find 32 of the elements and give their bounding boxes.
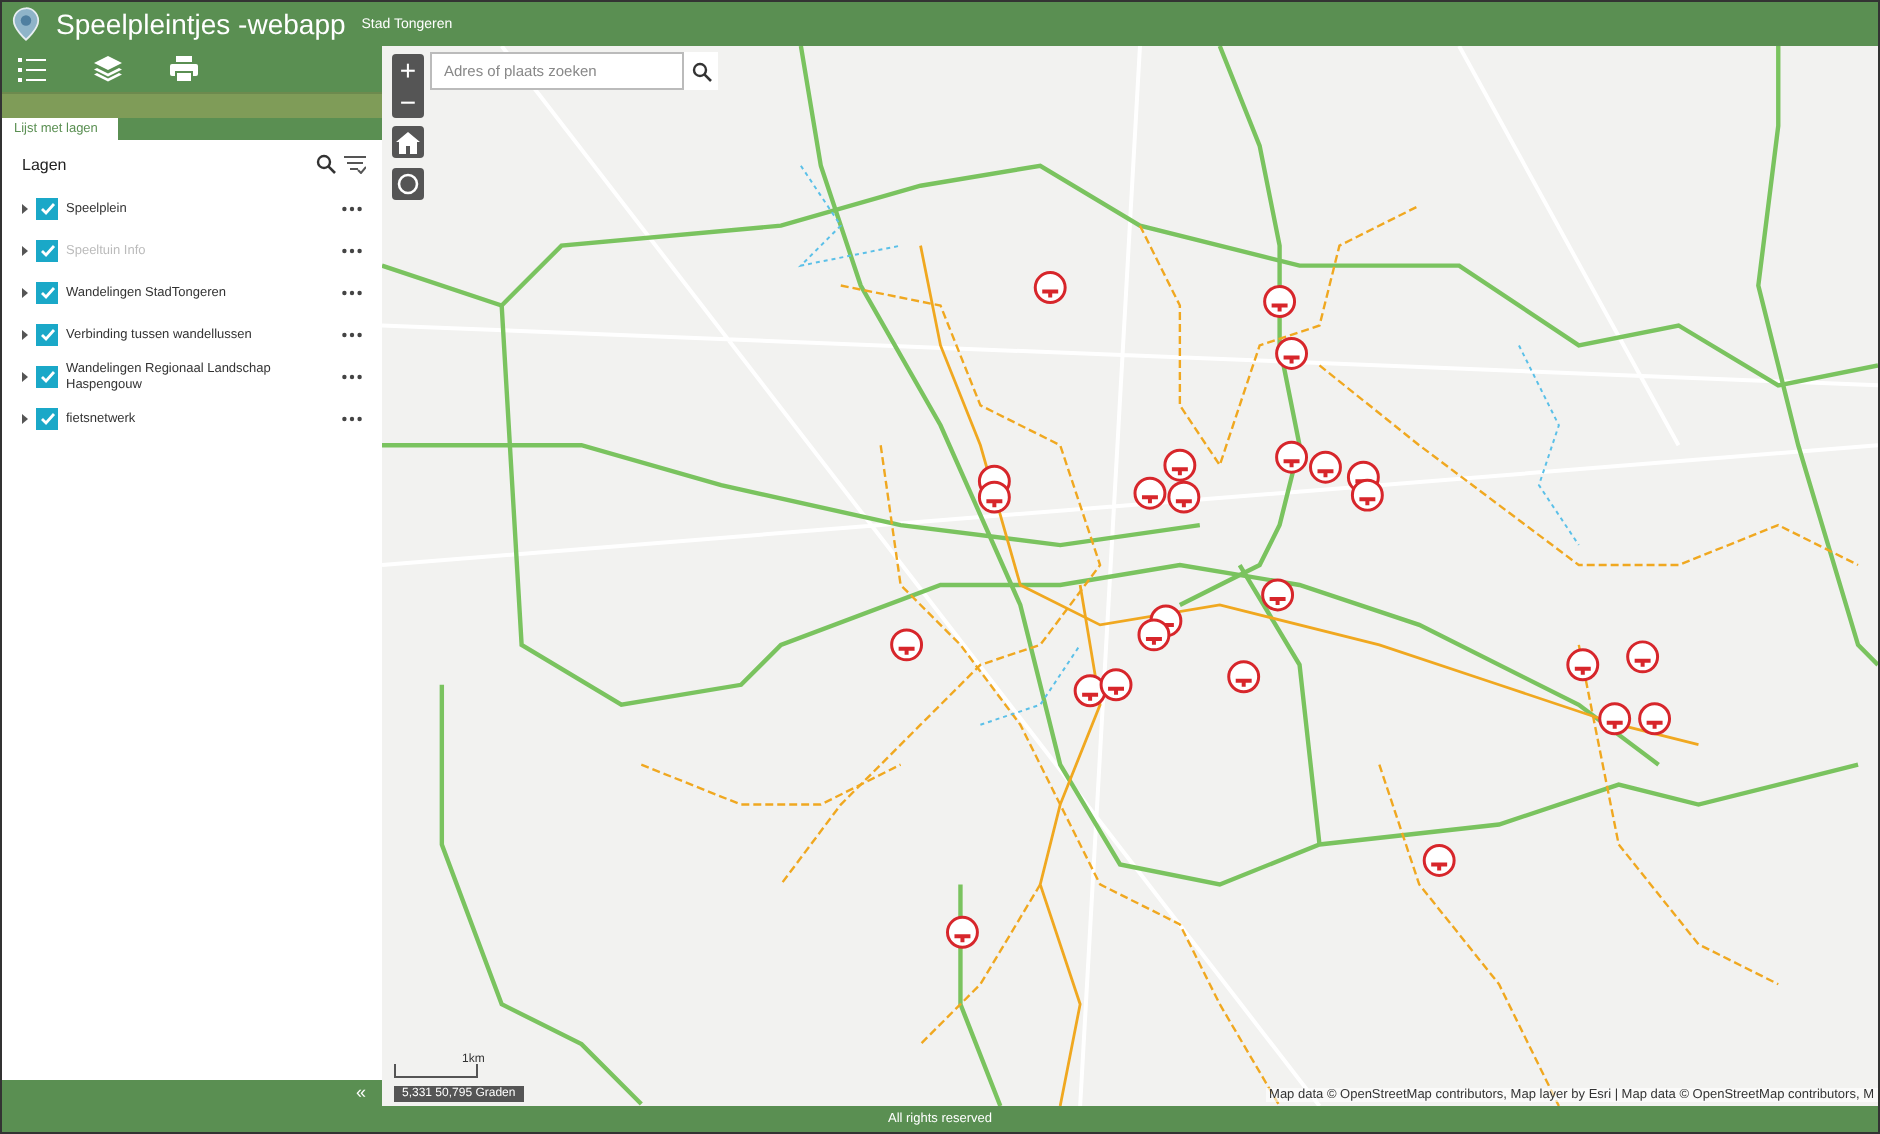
expand-caret-icon[interactable] <box>22 330 28 340</box>
locate-button[interactable] <box>392 168 424 200</box>
expand-caret-icon[interactable] <box>22 372 28 382</box>
more-options-icon[interactable] <box>342 374 362 380</box>
layer-checkbox[interactable] <box>36 282 58 304</box>
more-options-icon[interactable] <box>342 248 362 254</box>
more-options-icon[interactable] <box>342 416 362 422</box>
home-button[interactable] <box>392 126 424 158</box>
expand-caret-icon[interactable] <box>22 288 28 298</box>
more-options-icon[interactable] <box>342 206 362 212</box>
expand-caret-icon[interactable] <box>22 414 28 424</box>
expand-caret-icon[interactable] <box>22 246 28 256</box>
app-title: Speelpleintjes -webapp <box>56 8 346 40</box>
list-icon[interactable] <box>18 57 46 81</box>
expand-caret-icon[interactable] <box>22 204 28 214</box>
map-pin-icon <box>12 6 40 42</box>
layer-checkbox[interactable] <box>36 366 58 388</box>
filter-icon[interactable] <box>344 154 366 174</box>
scale-bar <box>394 1064 478 1078</box>
zoom-in-button[interactable]: + <box>392 54 424 86</box>
print-icon[interactable] <box>170 56 198 82</box>
collapse-button[interactable]: « <box>355 1084 366 1102</box>
layer-checkbox[interactable] <box>36 408 58 430</box>
layers-icon[interactable] <box>94 56 122 82</box>
layer-checkbox[interactable] <box>36 324 58 346</box>
zoom-out-button[interactable]: − <box>392 86 424 118</box>
search-icon[interactable] <box>316 154 336 174</box>
search-icon[interactable] <box>691 61 711 81</box>
more-options-icon[interactable] <box>342 332 362 338</box>
more-options-icon[interactable] <box>342 290 362 296</box>
layers-heading: Lagen <box>22 155 69 173</box>
layer-checkbox[interactable] <box>36 198 58 220</box>
